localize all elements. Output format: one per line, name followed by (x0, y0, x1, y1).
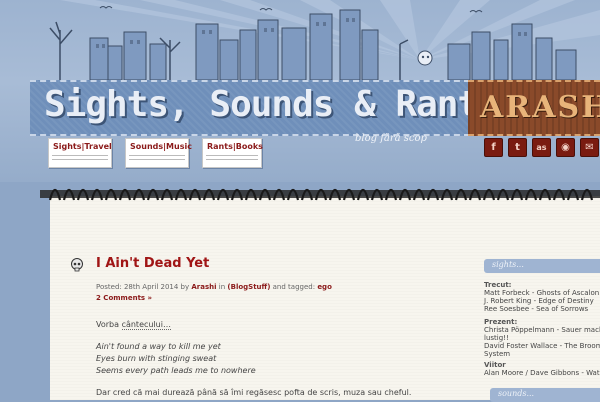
notepad-lines (206, 155, 258, 163)
meta-in: in (218, 283, 226, 291)
tumblr-icon[interactable]: t (508, 138, 527, 157)
notepad-lines (52, 155, 108, 163)
author-tag-banner: ARASHI (468, 80, 600, 136)
author-tag: ARASHI (480, 90, 600, 125)
rss-icon[interactable]: ◉ (556, 138, 575, 157)
skull-icon (71, 258, 83, 272)
nav-item-label: Sounds|Music (130, 142, 192, 151)
lyric-line: Seems every path leads me to nowhere (96, 366, 256, 375)
post-intro: Vorba cântecului… (96, 320, 171, 330)
lyric-line: Ain't found a way to kill me yet (96, 342, 221, 351)
sidebar-heading: Prezent: (484, 318, 518, 326)
comments-link[interactable]: 2 Comments » (96, 294, 152, 302)
intro-link[interactable]: cântecului… (121, 320, 171, 330)
post-author-link[interactable]: Arashi (191, 283, 216, 291)
nav-item-label: Sights|Travel (53, 142, 112, 151)
meta-posted: Posted: 28th April 2014 by (96, 283, 190, 291)
city-skyline-illustration (49, 6, 577, 80)
sidebar-heading: Trecut: (484, 281, 512, 289)
site-title[interactable]: Sights, Sounds & Rants (44, 84, 500, 125)
sidebar-line: System (484, 350, 511, 358)
nav-item-sounds[interactable]: Sounds|Music (125, 138, 192, 168)
post-paragraph: Dar cred că mai durează până să îmi regă… (96, 388, 412, 397)
site-header: Sights, Sounds & Rants ARASHI blog fără … (0, 0, 600, 182)
nav-item-rants[interactable]: Rants|Books (202, 138, 263, 168)
post-meta: Posted: 28th April 2014 by Arashi in (Bl… (96, 283, 332, 291)
title-banner: Sights, Sounds & Rants (30, 80, 500, 136)
post-title[interactable]: I Ain't Dead Yet (96, 256, 209, 271)
meta-tagged: and tagged: (272, 283, 316, 291)
notepad-lines (129, 155, 185, 163)
post-category-link[interactable]: (BlogStuff) (227, 283, 270, 291)
mail-icon[interactable]: ✉ (580, 138, 599, 157)
facebook-icon[interactable]: f (484, 138, 503, 157)
sidebar-heading: Viitor (484, 361, 506, 369)
site-subtitle: blog fără scop (355, 133, 427, 144)
nav-item-sights[interactable]: Sights|Travel (48, 138, 112, 168)
nav-item-label: Rants|Books (207, 142, 263, 151)
sidebar-line: Ree Soesbee - Sea of Sorrows (484, 305, 589, 313)
post-tag-link[interactable]: ego (317, 283, 332, 291)
notebook-spiral-binding (40, 188, 600, 201)
sidebar-line: Alan Moore / Dave Gibbons - Watchm (484, 369, 600, 377)
sidebar-tab-sights: sights... (484, 259, 600, 273)
lyric-line: Eyes burn with stinging sweat (96, 354, 217, 363)
intro-prefix: Vorba (96, 320, 120, 329)
lastfm-icon[interactable]: as (532, 138, 551, 157)
